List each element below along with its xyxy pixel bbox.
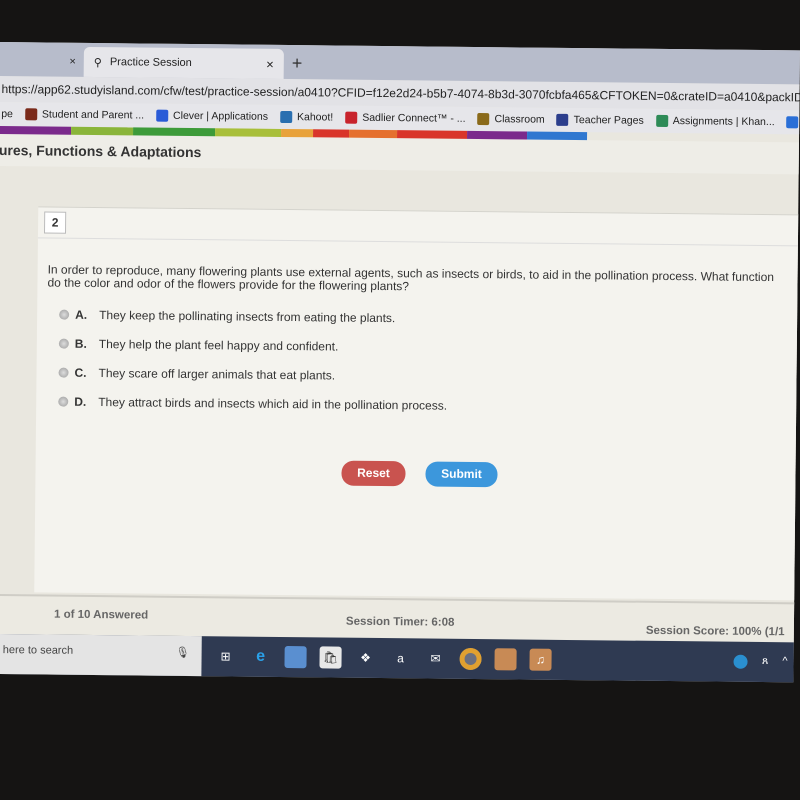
answer-option[interactable]: A. They keep the pollinating insects from… xyxy=(59,307,396,326)
photos-icon[interactable] xyxy=(494,648,517,671)
option-letter: B. xyxy=(74,336,87,351)
dropbox-icon[interactable]: ❖ xyxy=(354,647,376,669)
radio-button[interactable] xyxy=(58,396,69,407)
session-timer: Session Timer: 6:08 xyxy=(345,615,455,629)
chevron-up-icon[interactable]: ^ xyxy=(782,655,787,669)
answer-option[interactable]: D. They attract birds and insects which a… xyxy=(58,395,447,413)
new-tab-button[interactable]: + xyxy=(292,53,303,74)
bookmark-icon xyxy=(279,111,293,124)
bookmark-item[interactable]: Student and Parent ... xyxy=(24,108,145,122)
rainbow-segment xyxy=(133,127,216,137)
bookmark-label: Sadlier Connect™ - ... xyxy=(362,111,466,125)
bookmark-item[interactable]: Acti xyxy=(786,116,800,129)
bookmark-icon xyxy=(24,108,37,121)
itunes-icon[interactable]: ♫ xyxy=(529,648,552,671)
question-panel: 2 In order to reproduce, many flowering … xyxy=(34,206,799,601)
bookmark-icon xyxy=(786,116,799,129)
radio-button[interactable] xyxy=(58,338,69,349)
tab-previous[interactable]: × xyxy=(0,46,84,77)
system-tray: ጸ ^ xyxy=(733,654,794,670)
bookmark-item[interactable]: Teacher Pages xyxy=(556,113,644,127)
answered-count: 1 of 10 Answered xyxy=(53,608,149,622)
help-icon[interactable] xyxy=(733,654,748,669)
bookmark-item[interactable]: Assignments | Khan... xyxy=(655,114,775,129)
close-tab-icon[interactable]: × xyxy=(69,56,76,68)
taskbar: e here to search 🎙 ⊞ e 🛍 ❖ a ✉ ♫ ጸ ^ xyxy=(0,633,794,683)
bookmark-icon xyxy=(156,109,169,122)
session-score: Session Score: 100% (1/1 xyxy=(645,624,785,639)
tab-label: Practice Session xyxy=(109,56,192,70)
bookmark-icon xyxy=(477,113,490,126)
rainbow-segment xyxy=(527,131,588,141)
bookmark-icon xyxy=(345,111,358,124)
screen: × ⚲ Practice Session × + https://app62.s… xyxy=(0,42,800,683)
taskbar-search[interactable]: e here to search 🎙 xyxy=(0,633,202,677)
question-text: In order to reproduce, many flowering pl… xyxy=(47,262,775,294)
rainbow-segment xyxy=(467,130,528,140)
chrome-icon[interactable] xyxy=(459,647,482,671)
bookmark-item[interactable]: Classroom xyxy=(477,113,545,126)
bookmark-label: Clever | Applications xyxy=(173,109,269,123)
radio-button[interactable] xyxy=(58,367,69,378)
answer-option[interactable]: C. They scare off larger animals that eat… xyxy=(58,366,335,383)
reset-button[interactable]: Reset xyxy=(341,460,406,487)
bookmark-icon xyxy=(655,114,668,128)
store-icon[interactable]: 🛍 xyxy=(319,646,342,669)
study-island-icon: ⚲ xyxy=(93,56,102,69)
submit-button[interactable]: Submit xyxy=(425,461,498,488)
bookmark-item[interactable]: pe xyxy=(1,108,13,120)
option-letter: D. xyxy=(74,394,87,409)
bookmark-label: Classroom xyxy=(494,113,545,126)
mail-icon[interactable]: ✉ xyxy=(424,647,446,669)
option-text: They scare off larger animals that eat p… xyxy=(98,366,336,383)
option-letter: C. xyxy=(74,365,87,380)
rainbow-segment xyxy=(0,125,72,135)
rainbow-segment xyxy=(397,130,468,139)
close-tab-icon[interactable]: × xyxy=(266,56,274,71)
rainbow-segment xyxy=(313,129,350,138)
rainbow-segment xyxy=(215,128,282,137)
amazon-icon[interactable]: a xyxy=(389,647,411,669)
rainbow-segment xyxy=(349,129,398,139)
bookmark-label: Teacher Pages xyxy=(573,113,644,127)
tab-practice-session[interactable]: ⚲ Practice Session × xyxy=(83,46,284,79)
people-icon[interactable]: ጸ xyxy=(762,655,769,669)
edge-icon[interactable]: e xyxy=(249,646,271,668)
rainbow-segment xyxy=(71,126,134,136)
bookmark-item[interactable]: Sadlier Connect™ - ... xyxy=(345,111,466,125)
option-text: They keep the pollinating insects from e… xyxy=(99,308,396,326)
bookmark-label: pe xyxy=(1,108,13,121)
bookmark-item[interactable]: Clever | Applications xyxy=(156,110,268,123)
option-text: They attract birds and insects which aid… xyxy=(98,395,448,413)
file-explorer-icon[interactable] xyxy=(284,646,307,669)
bookmark-icon xyxy=(556,113,569,127)
search-placeholder: e here to search xyxy=(0,643,74,657)
option-text: They help the plant feel happy and confi… xyxy=(98,337,339,354)
radio-button[interactable] xyxy=(59,309,70,320)
answer-option[interactable]: B. They help the plant feel happy and con… xyxy=(58,336,339,354)
divider xyxy=(37,237,798,247)
bookmark-label: Student and Parent ... xyxy=(41,108,145,122)
bookmark-label: Assignments | Khan... xyxy=(672,114,775,129)
question-number: 2 xyxy=(43,211,67,234)
task-view-icon[interactable]: ⊞ xyxy=(214,645,236,667)
option-letter: A. xyxy=(75,307,88,322)
microphone-icon[interactable]: 🎙 xyxy=(176,646,190,659)
rainbow-segment xyxy=(281,128,314,138)
bookmark-label: Kahoot! xyxy=(296,111,334,124)
bookmark-item[interactable]: Kahoot! xyxy=(279,111,334,124)
